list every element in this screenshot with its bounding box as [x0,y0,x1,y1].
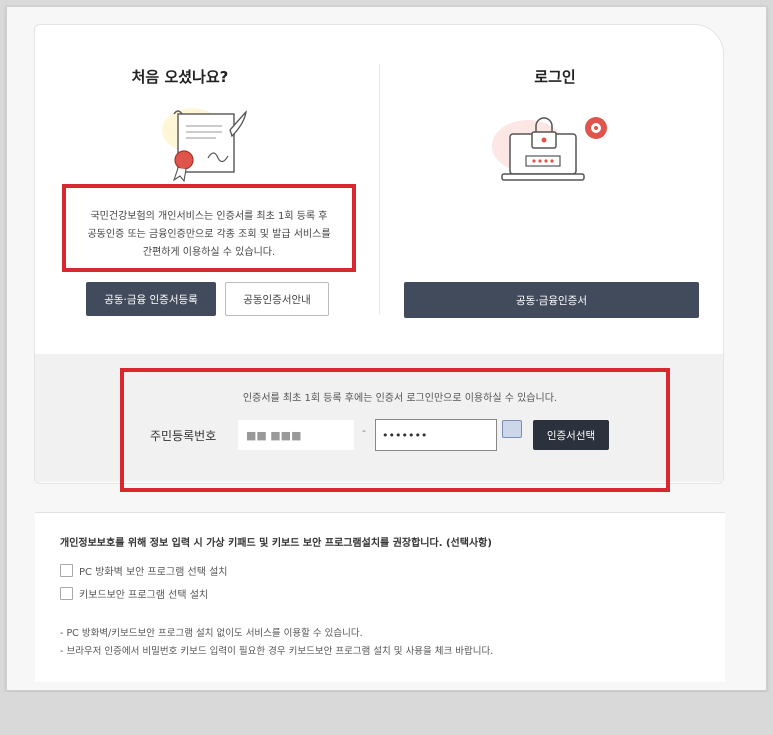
keyboard-security-checkbox[interactable] [60,587,73,600]
login-title: 로그인 [534,68,576,86]
certificate-login-button[interactable]: 공동·금융인증서 [404,282,699,318]
laptop-lock-illustration-icon [492,117,607,181]
security-note-2: - 브라우저 인증에서 비밀번호 키보드 입력이 필요한 경우 키보드보안 프로… [60,646,494,657]
certificate-guide-button[interactable]: 공동인증서안내 [225,282,329,316]
register-certificate-button[interactable]: 공동·금융 인증서등록 [86,282,216,316]
firewall-checkbox[interactable] [60,564,73,577]
highlight-box-login [120,368,670,492]
first-visit-title: 처음 오셨나요? [131,68,229,86]
keyboard-security-option-label: 키보드보안 프로그램 선택 설치 [79,590,209,601]
bottom-background [0,692,773,735]
firewall-option[interactable]: PC 방화벽 보안 프로그램 선택 설치 [60,563,228,578]
certificate-illustration-icon [162,108,247,183]
column-divider [379,64,380,314]
security-note-1: - PC 방화벽/키보드보안 프로그램 설치 없이도 서비스를 이용할 수 있습… [60,628,363,639]
keyboard-security-option[interactable]: 키보드보안 프로그램 선택 설치 [60,586,208,601]
security-title: 개인정보보호를 위해 정보 입력 시 가상 키패드 및 키보드 보안 프로그램설… [60,538,492,549]
firewall-option-label: PC 방화벽 보안 프로그램 선택 설치 [79,567,228,578]
highlight-box-intro [62,184,356,272]
